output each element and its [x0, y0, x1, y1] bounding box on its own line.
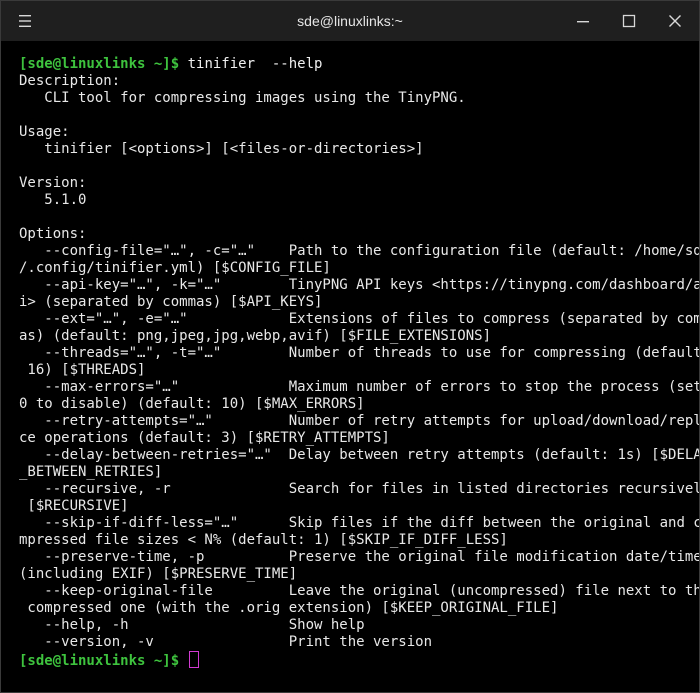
output-line: mpressed file sizes < N% (default: 1) [$… [19, 532, 508, 548]
output-line: --ext="…", -e="…" Extensions of files to… [19, 311, 700, 327]
output-line: CLI tool for compressing images using th… [19, 90, 466, 106]
final-shell-prompt: [sde@linuxlinks ~]$ [19, 653, 180, 669]
shell-prompt: [sde@linuxlinks ~]$ [19, 56, 180, 72]
final-command-line[interactable]: [sde@linuxlinks ~]$ [19, 651, 679, 669]
minimize-icon[interactable] [571, 9, 595, 33]
output-line: --threads="…", -t="…" Number of threads … [19, 345, 700, 361]
output-line: tinifier [<options>] [<files-or-director… [19, 141, 424, 157]
terminal-window: sde@linuxlinks:~ [sde@linuxlinks ~]$ tin… [0, 0, 700, 693]
close-icon[interactable] [663, 9, 687, 33]
output-line: 0 to disable) (default: 10) [$MAX_ERRORS… [19, 396, 365, 412]
output-line: Usage: [19, 124, 70, 140]
output-line: compressed one (with the .orig extension… [19, 600, 559, 616]
output-line: ce operations (default: 3) [$RETRY_ATTEM… [19, 430, 390, 446]
output-line: Options: [19, 226, 87, 242]
command-text: tinifier --help [179, 56, 323, 72]
output-line: --config-file="…", -c="…" Path to the co… [19, 243, 700, 259]
output-line: --retry-attempts="…" Number of retry att… [19, 413, 700, 429]
output-line: --version, -v Print the version [19, 634, 433, 650]
output-line: [$RECURSIVE] [19, 498, 129, 514]
output-line: --preserve-time, -p Preserve the origina… [19, 549, 700, 565]
title-bar[interactable]: sde@linuxlinks:~ [1, 1, 699, 41]
output-line: /.config/tinifier.yml) [$CONFIG_FILE] [19, 260, 331, 276]
output-line: as) (default: png,jpeg,jpg,webp,avif) [$… [19, 328, 492, 344]
output-line: --skip-if-diff-less="…" Skip files if th… [19, 515, 700, 531]
output-line: _BETWEEN_RETRIES] [19, 464, 163, 480]
output-line: (including EXIF) [$PRESERVE_TIME] [19, 566, 298, 582]
output-line: i> (separated by commas) [$API_KEYS] [19, 294, 323, 310]
output-line: Version: [19, 175, 87, 191]
output-line: --keep-original-file Leave the original … [19, 583, 700, 599]
output-line: --delay-between-retries="…" Delay betwee… [19, 447, 700, 463]
output-line: 16) [$THREADS] [19, 362, 146, 378]
output-line: 5.1.0 [19, 192, 87, 208]
command-line: [sde@linuxlinks ~]$ tinifier --help [19, 56, 679, 73]
cursor [188, 651, 199, 668]
output-line: --max-errors="…" Maximum number of error… [19, 379, 700, 395]
output-line: --api-key="…", -k="…" TinyPNG API keys <… [19, 277, 700, 293]
output-line: --help, -h Show help [19, 617, 365, 633]
terminal-output[interactable]: [sde@linuxlinks ~]$ tinifier --help Desc… [19, 56, 700, 669]
help-output: Description: CLI tool for compressing im… [19, 73, 700, 651]
maximize-icon[interactable] [617, 9, 641, 33]
output-line: Description: [19, 73, 121, 89]
output-line: --recursive, -r Search for files in list… [19, 481, 700, 497]
